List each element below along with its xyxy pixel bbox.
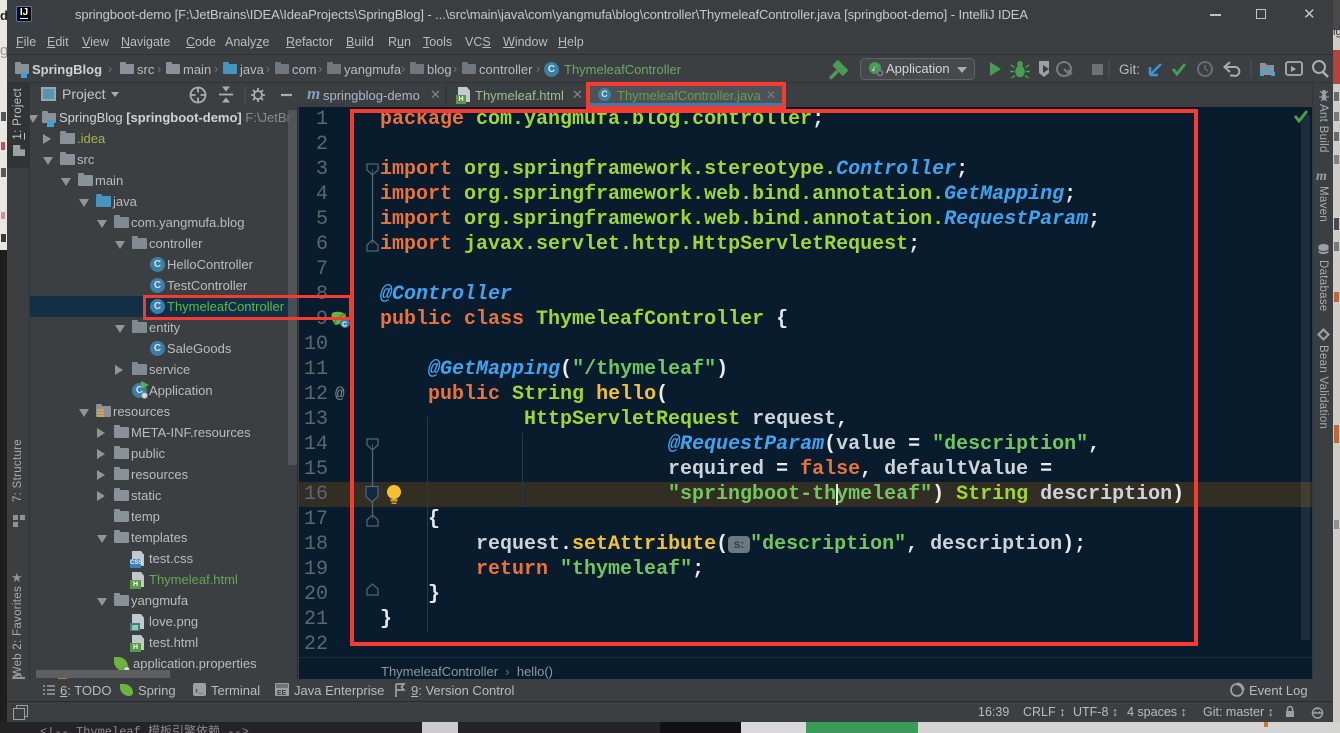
svg-text:Git:: Git: — [1119, 62, 1140, 77]
svg-text:Application: Application — [886, 61, 950, 76]
svg-text:C: C — [342, 322, 347, 329]
svg-text:@: @ — [335, 385, 345, 403]
